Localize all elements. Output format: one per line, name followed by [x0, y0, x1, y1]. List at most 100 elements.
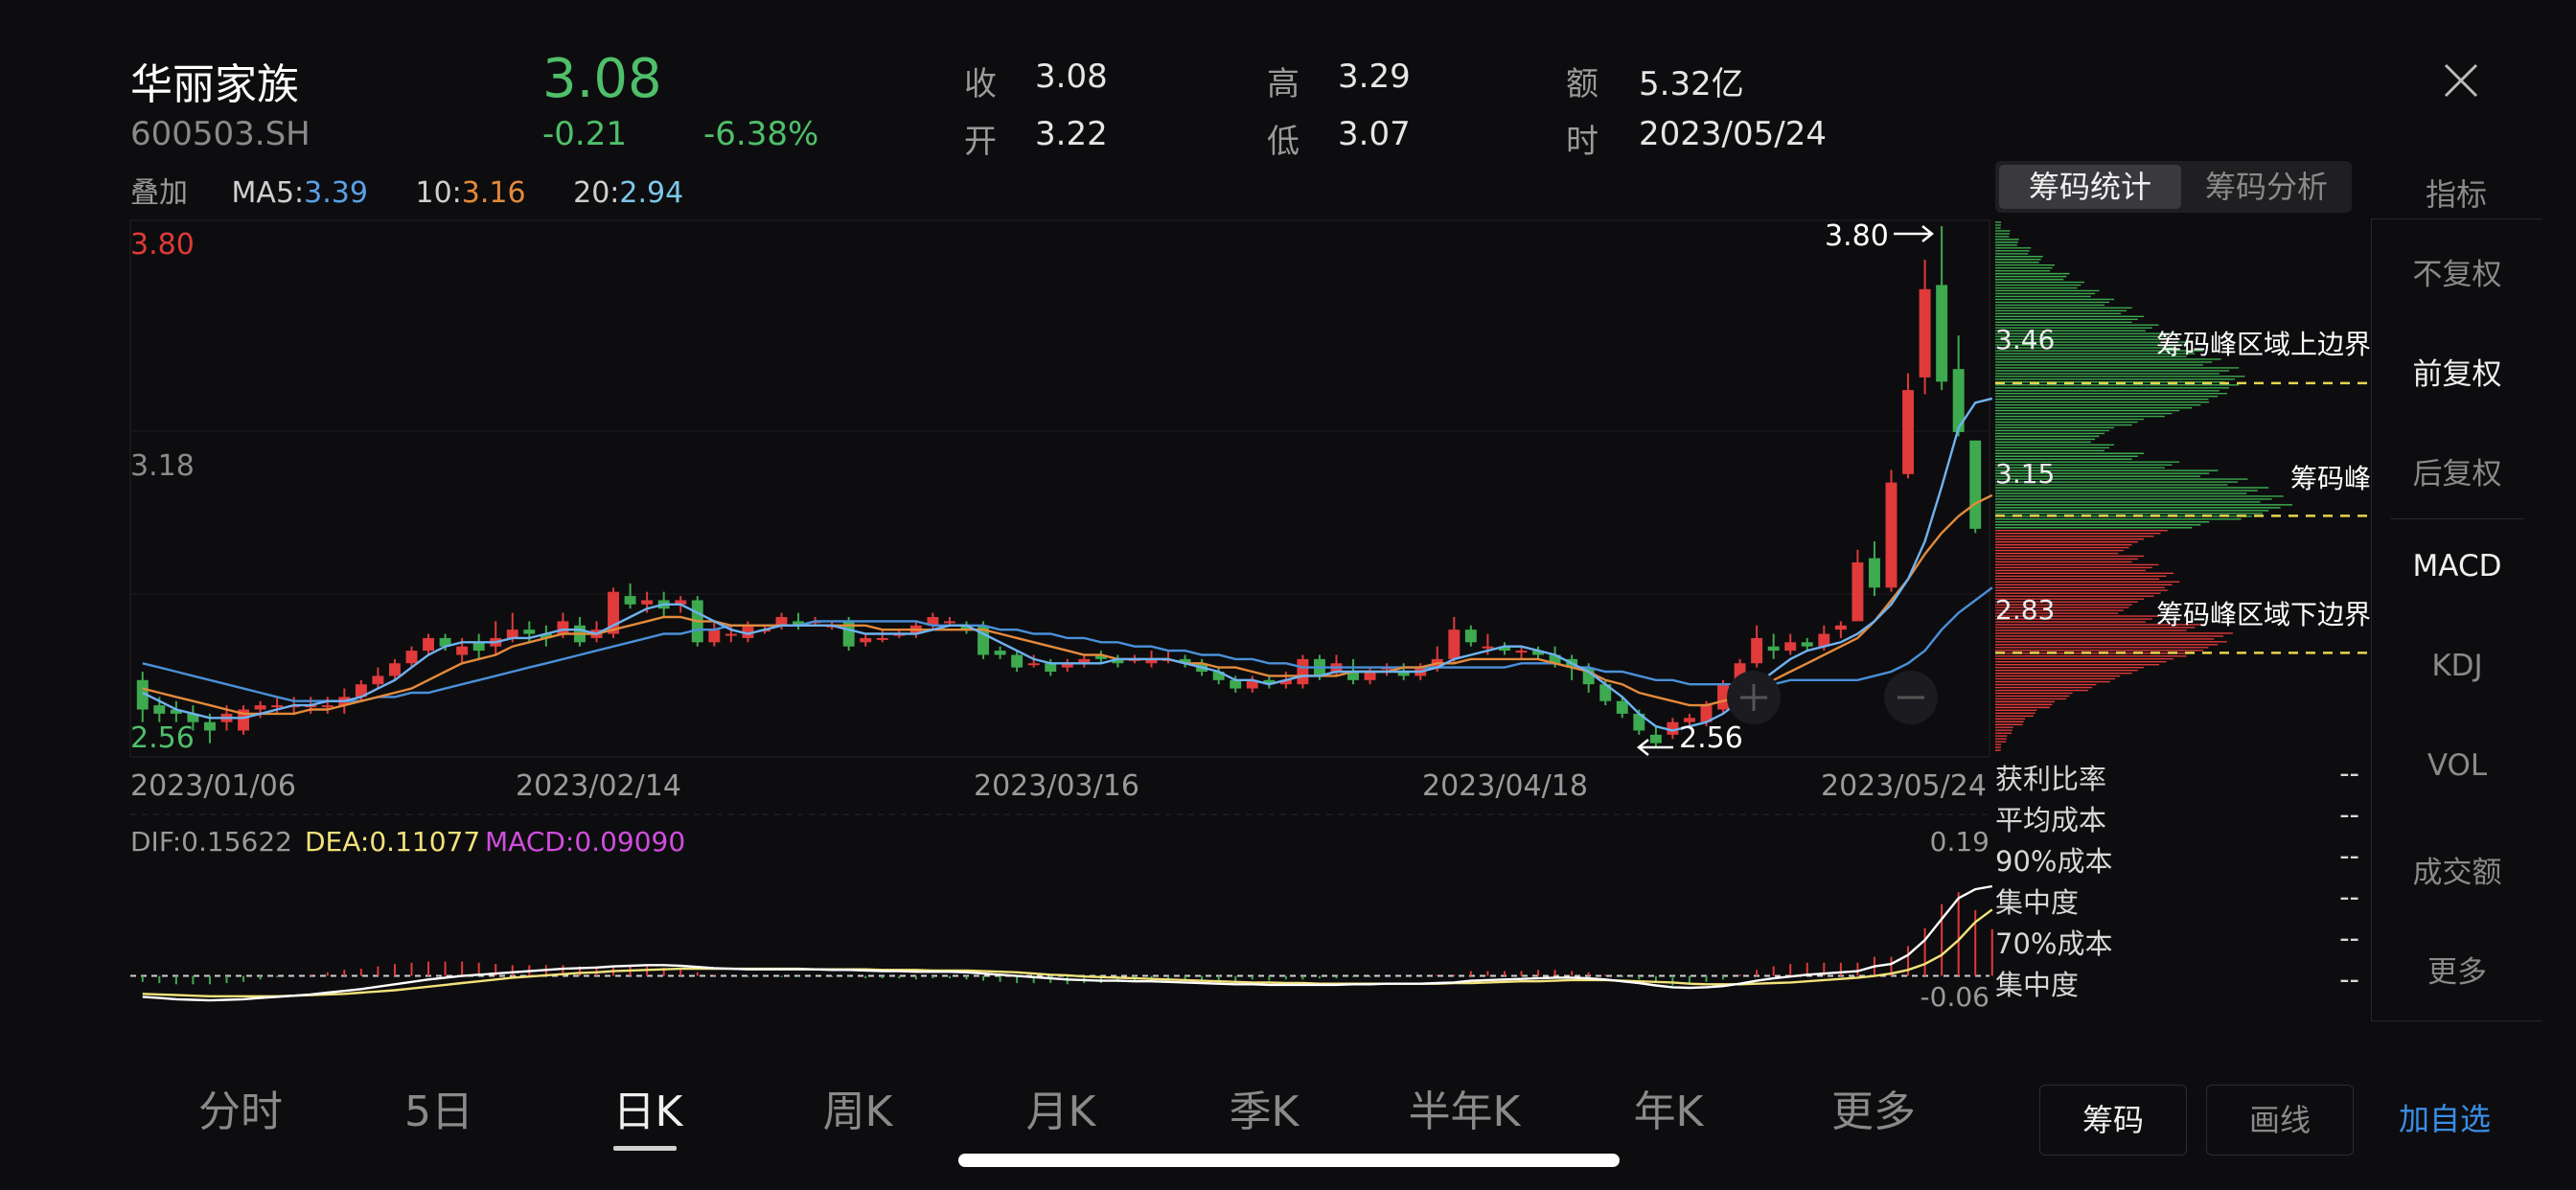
- candle-body: [876, 637, 888, 640]
- menu-amount[interactable]: 成交额: [2372, 848, 2542, 891]
- candle-body: [203, 721, 216, 731]
- stat-value: --: [2339, 839, 2359, 872]
- high-arrow-icon: [1894, 225, 1935, 242]
- macd-label: MACD:0.09090: [485, 826, 685, 858]
- tab-5day[interactable]: 5日: [391, 1077, 487, 1138]
- candle-body: [1011, 654, 1024, 668]
- tab-daily-k[interactable]: 日K: [600, 1077, 696, 1138]
- candle-body: [1784, 642, 1797, 652]
- indicator-title: 指标: [2425, 176, 2487, 213]
- candle-body: [724, 633, 737, 636]
- stat-value: --: [2339, 798, 2359, 831]
- candle-body: [1919, 288, 1931, 378]
- chip-upper-price: 3.46: [1995, 324, 2056, 355]
- candle-body: [472, 642, 485, 652]
- candle-body: [523, 629, 536, 634]
- candle-body: [321, 705, 334, 708]
- x-tick-label: 2023/02/14: [516, 769, 681, 803]
- stat-label: 集中度: [1995, 886, 2080, 919]
- menu-backward-adjust[interactable]: 后复权: [2372, 449, 2542, 492]
- active-tab-indicator: [613, 1146, 677, 1151]
- candle-body: [1464, 629, 1477, 643]
- stat-label: 70%成本: [1995, 927, 2113, 960]
- dif-label: DIF:0.15622: [130, 826, 292, 858]
- candle-body: [254, 705, 266, 710]
- candle-body: [1852, 561, 1864, 622]
- macd-chart: [130, 884, 1993, 1002]
- x-tick-label: 2023/03/16: [974, 769, 1139, 803]
- y-label-top: 3.80: [130, 228, 195, 262]
- tab-quarterly-k[interactable]: 季K: [1211, 1077, 1317, 1138]
- candle-body: [860, 637, 872, 643]
- candle-body: [456, 646, 469, 655]
- indicator-menu: 不复权 前复权 后复权 MACD KDJ VOL 成交额 更多: [2371, 218, 2542, 1021]
- macd-axis-top: 0.19: [1930, 826, 1990, 858]
- stat-label: 集中度: [1995, 969, 2080, 1001]
- tab-chip-analysis[interactable]: 筹码分析: [2185, 165, 2348, 209]
- tab-chip-stats[interactable]: 筹码统计: [1999, 165, 2181, 209]
- chip-peak-label: 筹码峰: [2289, 463, 2371, 494]
- candle-body: [1515, 651, 1528, 653]
- candle-body: [1902, 390, 1915, 474]
- candle-body: [1045, 663, 1057, 673]
- candle-body: [1649, 734, 1662, 744]
- candle-body: [506, 629, 518, 638]
- menu-more[interactable]: 更多: [2372, 948, 2542, 991]
- candle-body: [405, 651, 418, 664]
- chips-tabs: 筹码统计 筹码分析: [1995, 161, 2352, 213]
- candle-body: [1767, 646, 1780, 652]
- tab-monthly-k[interactable]: 月K: [1008, 1077, 1114, 1138]
- stat-value: --: [2339, 881, 2359, 913]
- candle-body: [1868, 558, 1880, 588]
- candle-body: [1834, 625, 1847, 630]
- tab-intraday[interactable]: 分时: [188, 1077, 293, 1138]
- x-tick-label: 2023/05/24: [1821, 769, 1987, 803]
- candle-body: [1230, 679, 1242, 689]
- candle-body: [775, 617, 788, 626]
- tab-halfyear-k[interactable]: 半年K: [1395, 1077, 1533, 1138]
- zoom-in-button[interactable]: [1727, 671, 1781, 724]
- tab-weekly-k[interactable]: 周K: [805, 1077, 910, 1138]
- low-annotation: 2.56: [1679, 721, 1743, 755]
- tab-more[interactable]: 更多: [1821, 1077, 1926, 1138]
- candle-body: [994, 651, 1006, 655]
- draw-line-button[interactable]: 画线: [2206, 1085, 2354, 1156]
- candle-body: [708, 629, 721, 643]
- candle-body: [1969, 440, 1982, 529]
- stat-value: --: [2339, 963, 2359, 995]
- ma10-line: [142, 493, 1993, 716]
- candle-body: [1482, 646, 1494, 649]
- y-label-mid: 3.18: [130, 449, 195, 483]
- menu-macd[interactable]: MACD: [2372, 549, 2542, 584]
- candle-body: [271, 705, 284, 708]
- menu-forward-adjust[interactable]: 前复权: [2372, 350, 2542, 393]
- add-watchlist-button[interactable]: 加自选: [2373, 1085, 2517, 1154]
- menu-kdj[interactable]: KDJ: [2372, 649, 2542, 683]
- candle-body: [372, 675, 384, 685]
- tab-yearly-k[interactable]: 年K: [1616, 1077, 1721, 1138]
- home-indicator: [958, 1154, 1620, 1167]
- chip-lower-price: 2.83: [1995, 594, 2056, 626]
- stat-label: 获利比率: [1995, 763, 2107, 795]
- candle-body: [624, 596, 636, 605]
- candle-body: [1616, 700, 1628, 714]
- candle-body: [1751, 637, 1763, 664]
- candle-body: [388, 663, 401, 676]
- high-annotation: 3.80: [1825, 219, 1889, 253]
- candle-body: [1297, 658, 1309, 685]
- menu-vol[interactable]: VOL: [2372, 748, 2542, 783]
- candle-body: [943, 621, 955, 624]
- candle-body: [153, 705, 166, 714]
- menu-divider: [2391, 518, 2523, 519]
- ma5-line: [142, 397, 1993, 732]
- candle-body: [1027, 663, 1040, 666]
- menu-no-adjust[interactable]: 不复权: [2372, 250, 2542, 293]
- chips-button[interactable]: 筹码: [2039, 1085, 2187, 1156]
- chip-upper-label: 筹码峰区域上边界: [2155, 329, 2371, 360]
- stat-label: 平均成本: [1995, 804, 2107, 836]
- zoom-out-button[interactable]: [1884, 671, 1938, 724]
- kline-frame: [129, 219, 1990, 758]
- candle-body: [1448, 629, 1460, 659]
- candle-body: [641, 600, 654, 605]
- chip-lower-label: 筹码峰区域下边界: [2155, 599, 2371, 630]
